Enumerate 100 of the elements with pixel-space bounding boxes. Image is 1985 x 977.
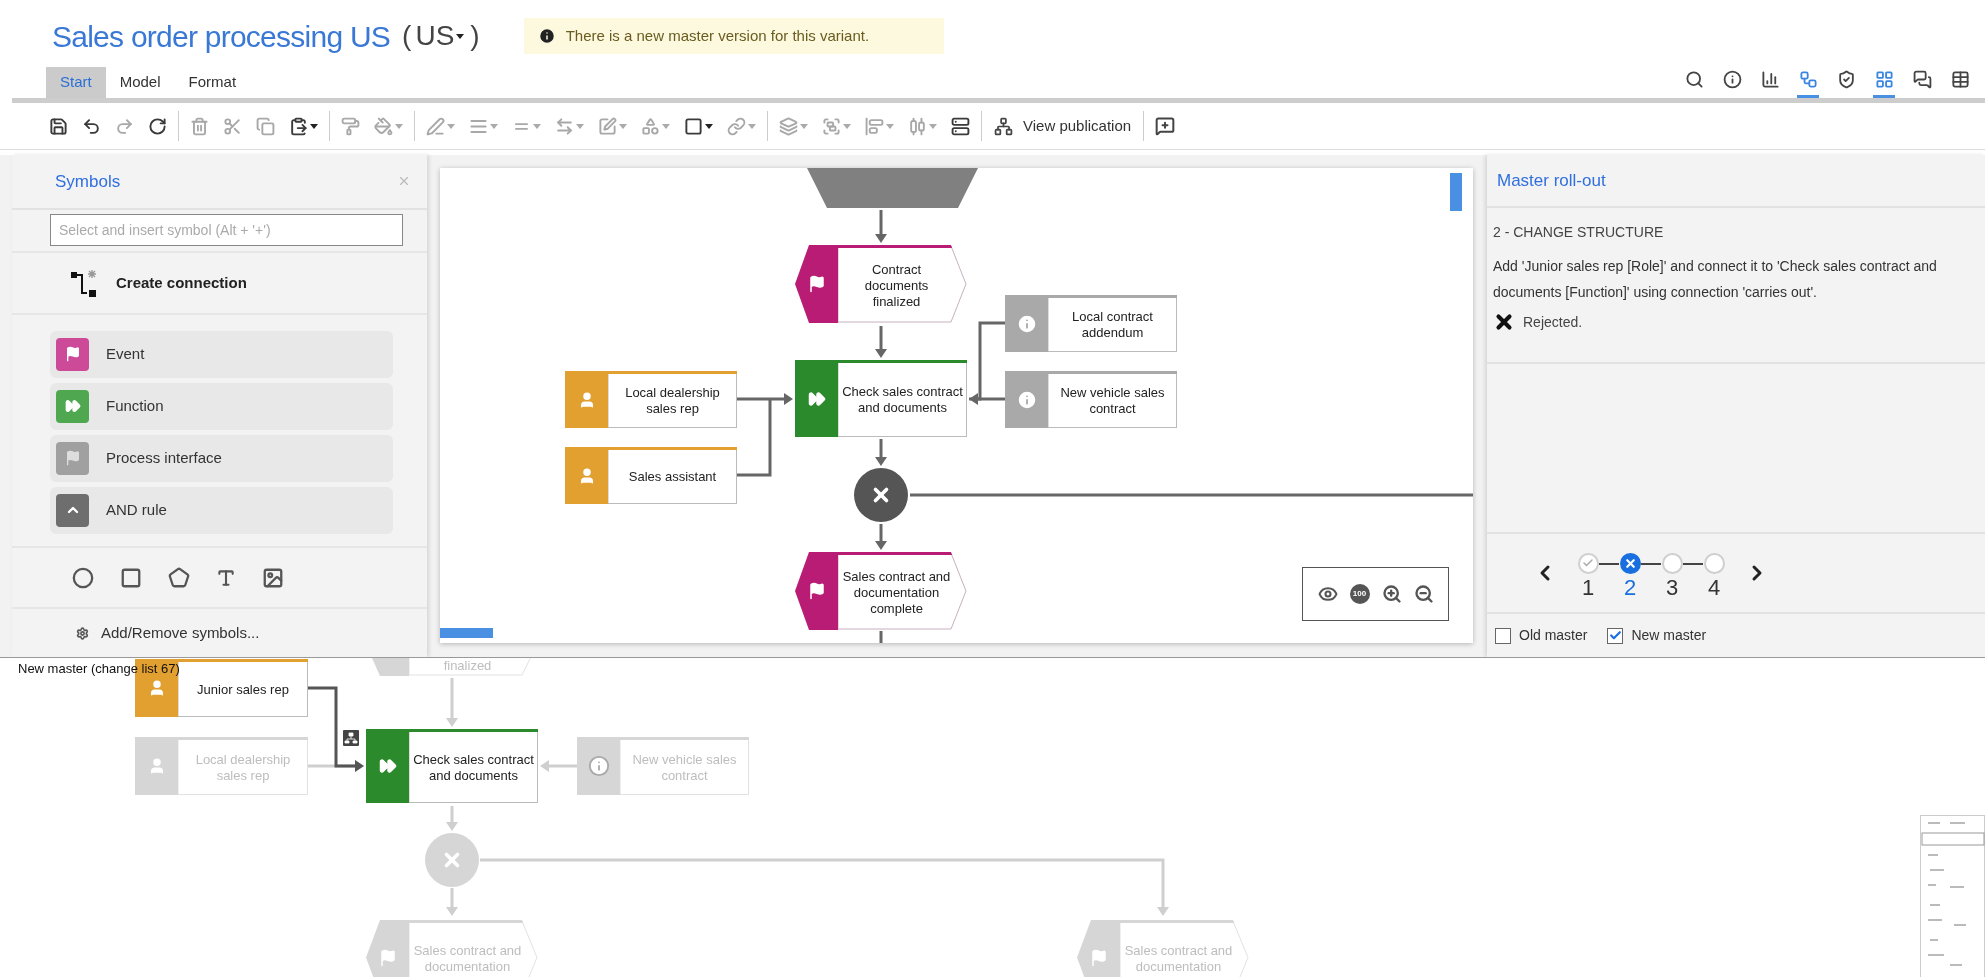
trash-icon [190, 116, 209, 136]
fast-forward-icon [807, 389, 826, 408]
comments-icon [1912, 70, 1932, 89]
info-icon [1722, 70, 1742, 89]
layers-icon [779, 116, 798, 136]
distribute-icon [908, 116, 927, 136]
flag-icon [807, 582, 826, 600]
caret-icon [662, 123, 670, 129]
step-number: 1 [1581, 573, 1595, 602]
shapes-icon [641, 116, 660, 136]
symbol-item[interactable]: Process interface [50, 434, 393, 482]
node-label: Sales contract and documentation complete [842, 568, 951, 617]
text-box-icon[interactable] [216, 567, 236, 588]
panel-title: Master roll-out [1497, 169, 1606, 192]
node-label: Sales contract and documentation [1124, 943, 1233, 975]
ribbon-tab[interactable]: Format [174, 67, 251, 98]
caret-icon [929, 123, 937, 129]
symbol-item[interactable]: Event [50, 330, 393, 378]
flag-icon [1089, 948, 1108, 967]
image-icon[interactable] [262, 566, 284, 589]
caret-icon [456, 33, 465, 39]
edit-icon [598, 116, 617, 136]
add-remove-symbols-button[interactable]: Add/Remove symbols... [12, 609, 427, 657]
node-label: Check sales contract and documents [842, 384, 963, 416]
connector-arrow [875, 439, 887, 466]
node-label: New vehicle sales contract [631, 751, 738, 784]
align-icon [865, 116, 884, 136]
refresh-icon [148, 116, 167, 136]
node-label: Contract documents finalized [863, 261, 930, 310]
caret-icon [800, 123, 808, 129]
change-description: Add 'Junior sales rep [Role]' and connect it to 'Check sales contract and documents [Function]' using connection 'carries out'. [1493, 257, 1938, 302]
gear-icon [76, 626, 89, 640]
connector-arrow [446, 678, 458, 727]
caret-icon [395, 123, 403, 129]
grid-icon [1874, 70, 1894, 89]
connector-arrow [737, 393, 793, 405]
ribbon-tab[interactable]: Model [105, 67, 175, 98]
view-publication-button[interactable]: View publication [990, 111, 1136, 141]
check-icon [1582, 557, 1594, 569]
link-icon [727, 116, 746, 136]
connector-arrow [446, 888, 458, 916]
pentagon-icon[interactable] [168, 566, 190, 589]
flag-icon [378, 948, 397, 967]
check-icon [1608, 629, 1622, 642]
checkbox-label: New master [1631, 626, 1707, 645]
zoom-in-icon[interactable] [1381, 584, 1402, 604]
table-icon [1950, 70, 1970, 89]
eye-icon[interactable] [1317, 584, 1338, 604]
copy-icon [256, 116, 275, 136]
undo-icon [82, 116, 101, 136]
step-button[interactable] [1619, 552, 1641, 574]
org-chart-icon [343, 730, 359, 746]
connector-tool-icon [70, 269, 98, 298]
caret-icon [533, 123, 541, 129]
checkbox[interactable] [1495, 627, 1511, 644]
paint-bucket-icon [374, 116, 393, 136]
symbol-search-field[interactable]: Select and insert symbol (Alt + '+') [50, 214, 403, 247]
caret-icon [843, 123, 851, 129]
caret-icon [447, 123, 455, 129]
caret-icon [886, 123, 894, 129]
scissors-icon [223, 116, 242, 136]
flag-icon [64, 450, 81, 467]
fast-forward-icon [378, 757, 397, 775]
caret-icon [490, 123, 498, 129]
chart-icon [1760, 70, 1780, 89]
fast-forward-icon [64, 398, 81, 415]
node-label: Local dealership sales rep [194, 751, 292, 784]
node-label: finalized [443, 658, 492, 674]
server-icon [951, 116, 970, 136]
panel-title: Symbols [55, 170, 121, 193]
result-text: Rejected. [1523, 312, 1583, 332]
checkbox[interactable] [1607, 627, 1624, 644]
node-label: New vehicle sales contract [1059, 385, 1166, 417]
redo-icon [115, 116, 134, 136]
node-label: Junior sales rep [197, 681, 289, 698]
caret-icon [576, 123, 584, 129]
circle-icon[interactable] [72, 566, 94, 589]
connector-arrow [875, 210, 887, 243]
variant-selector[interactable]: (US ) [402, 15, 480, 57]
square-icon[interactable] [120, 566, 142, 589]
save-icon [49, 116, 68, 136]
symbol-item[interactable]: AND rule [50, 486, 393, 534]
node-label: Sales contract and documentation [413, 943, 522, 975]
info-icon [537, 27, 556, 45]
symbol-item[interactable]: Function [50, 382, 393, 430]
close-icon [1623, 556, 1637, 570]
comment-plus-icon [1155, 116, 1176, 136]
step-title: 2 - CHANGE STRUCTURE [1493, 223, 1665, 242]
zoom-reset-button[interactable]: 100 [1349, 584, 1370, 604]
create-connection-button[interactable]: Create connection [12, 253, 427, 315]
paint-roller-icon [341, 116, 360, 136]
caret-icon [748, 123, 756, 129]
group-icon [822, 116, 841, 136]
checkbox-label: Old master [1519, 626, 1588, 645]
connector-arrow [875, 524, 887, 550]
sitemap-icon [994, 116, 1013, 136]
square-icon [684, 116, 703, 136]
shield-icon [1836, 70, 1856, 89]
zoom-out-icon[interactable] [1413, 584, 1434, 604]
connector-arrow [969, 393, 1005, 405]
